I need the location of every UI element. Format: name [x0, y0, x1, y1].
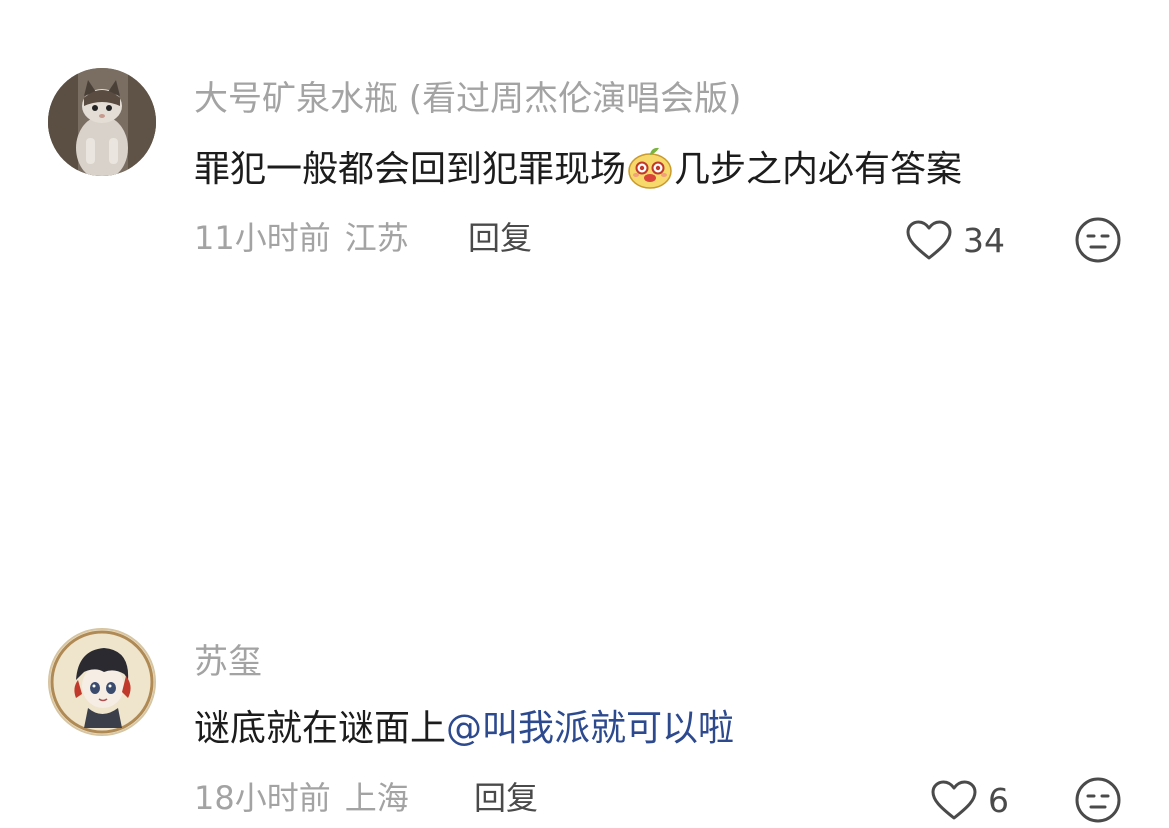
avatar[interactable] — [48, 68, 156, 176]
username[interactable]: 大号矿泉水瓶 (看过周杰伦演唱会版) — [194, 82, 741, 116]
reply-button[interactable]: 回复 — [474, 782, 538, 814]
comment-text-part: 几步之内必有答案 — [674, 149, 963, 190]
cute-face-emoji-icon — [626, 144, 674, 190]
location: 上海 — [344, 779, 409, 817]
comment-meta: 18小时前 上海 — [194, 782, 423, 814]
cat-photo-icon — [48, 68, 156, 176]
like-count: 34 — [963, 220, 1005, 260]
location: 江苏 — [344, 219, 409, 257]
comment-item: 大号矿泉水瓶 (看过周杰伦演唱会版) 罪犯一般都会回到犯罪现场 几步之内必有答案… — [0, 0, 1169, 290]
reply-button[interactable]: 回复 — [468, 222, 532, 254]
comment-text: 谜底就在谜面上@叫我派就可以啦 — [194, 711, 734, 747]
dislike-button[interactable] — [1074, 216, 1122, 264]
mention-link[interactable]: @叫我派就可以啦 — [446, 708, 734, 749]
like-button[interactable]: 6 — [930, 778, 1009, 822]
like-button[interactable]: 34 — [905, 218, 1005, 262]
comment-meta: 11小时前 江苏 — [194, 222, 423, 254]
neutral-face-icon — [1075, 217, 1121, 263]
comment-text-part: 罪犯一般都会回到犯罪现场 — [194, 149, 627, 190]
comment-item: 苏玺 谜底就在谜面上@叫我派就可以啦 18小时前 上海 回复 6 — [0, 290, 1169, 823]
comment-text-part: 谜底就在谜面上 — [194, 708, 447, 749]
timestamp: 18小时前 — [194, 779, 331, 817]
anime-character-icon — [50, 630, 154, 734]
comment-text: 罪犯一般都会回到犯罪现场 几步之内必有答案 — [194, 147, 963, 190]
neutral-face-icon — [1075, 777, 1121, 823]
heart-icon — [931, 780, 977, 820]
avatar[interactable] — [48, 628, 156, 736]
heart-icon — [906, 220, 952, 260]
dislike-button[interactable] — [1074, 776, 1122, 824]
username[interactable]: 苏玺 — [194, 645, 262, 679]
like-count: 6 — [988, 780, 1009, 820]
timestamp: 11小时前 — [194, 219, 331, 257]
